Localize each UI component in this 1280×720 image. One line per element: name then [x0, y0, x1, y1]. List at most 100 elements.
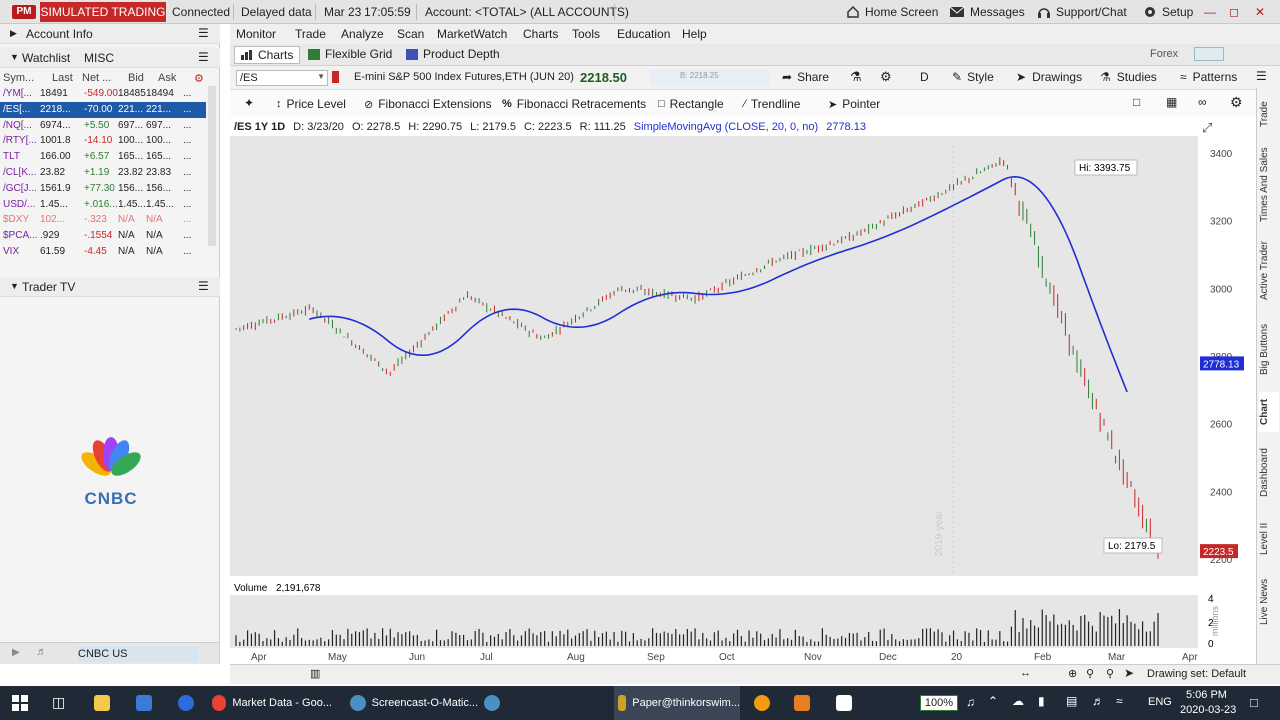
cloud-icon[interactable]: ☁ — [1012, 694, 1024, 708]
col-bid[interactable]: Bid — [128, 72, 144, 84]
menu-scan[interactable]: Scan — [397, 27, 424, 41]
app-orange-icon[interactable] — [754, 695, 770, 711]
tab-trade[interactable]: Trade — [1259, 94, 1279, 134]
maximize-icon[interactable]: ◻ — [1226, 4, 1242, 20]
task-view-icon[interactable]: ◫ — [52, 694, 65, 711]
price-pane[interactable] — [230, 136, 1198, 576]
watchlist-row[interactable]: USD/... 1.45... +.016... 1.45... 1.45...... — [0, 197, 206, 213]
file-explorer-icon[interactable] — [94, 695, 110, 711]
chevron-up-icon[interactable]: ⌃ — [988, 694, 998, 708]
watchlist-row[interactable]: /GC[J... 1561.9 +77.30 156... 156...... — [0, 181, 206, 197]
patterns-button[interactable]: ≈ Patterns — [1180, 70, 1237, 84]
globe-icon[interactable] — [178, 695, 194, 711]
watchlist-row[interactable]: /ES[... 2218... -70.00 221... 221...... — [0, 101, 206, 118]
cursor-icon[interactable]: ➤ — [1124, 666, 1134, 680]
tool-fib-extensions[interactable]: ⊘ Fibonacci Extensions — [364, 96, 492, 112]
tab-flexible-grid[interactable]: Flexible Grid — [308, 47, 392, 61]
col-symbol[interactable]: Sym... — [3, 72, 34, 84]
battery-indicator[interactable]: 100% — [920, 695, 958, 711]
clock-date[interactable]: 2020-03-23 — [1180, 704, 1236, 716]
settings-icon[interactable]: ⚙ — [194, 72, 204, 85]
tab-dashboard[interactable]: Dashboard — [1259, 442, 1279, 504]
grid-layout-icon[interactable]: ▦ — [1166, 95, 1177, 109]
volume-icon[interactable]: ♬ — [1092, 694, 1104, 708]
account-info-header[interactable]: ▶ Account Info ☰ — [0, 24, 220, 44]
misc-tab[interactable]: MISC — [84, 51, 114, 65]
input-language[interactable]: ENG — [1148, 696, 1172, 708]
recorder-icon[interactable] — [484, 695, 500, 711]
task-chrome[interactable]: Market Data - Goo... — [212, 686, 332, 720]
gear-icon[interactable]: ⚙ — [1230, 94, 1243, 111]
tool-pointer[interactable]: ➤ Pointer — [828, 96, 880, 112]
close-icon[interactable]: ✕ — [1252, 4, 1268, 20]
notifications-icon[interactable]: □ — [1250, 695, 1258, 710]
watchlist-row[interactable]: VIX 61.59 -4.45 N/A N/A... — [0, 244, 206, 260]
channel-selector[interactable]: CNBC US — [78, 646, 198, 662]
menu-icon[interactable]: ☰ — [1256, 69, 1267, 83]
wifi-icon[interactable]: ≈ — [1116, 694, 1123, 708]
menu-monitor[interactable]: Monitor — [236, 27, 276, 41]
tool-price-level[interactable]: ↕ Price Level — [276, 96, 346, 112]
tool-rectangle[interactable]: □ Rectangle — [658, 96, 724, 112]
support-chat-button[interactable]: Support/Chat — [1037, 2, 1127, 22]
menu-help[interactable]: Help — [682, 27, 707, 41]
app-bars-icon[interactable] — [794, 695, 810, 711]
menu-tools[interactable]: Tools — [572, 27, 600, 41]
studies-button[interactable]: ⚗ Studies — [1100, 70, 1157, 84]
battery-icon[interactable]: ▮ — [1038, 694, 1045, 708]
task-thinkorswim[interactable]: Paper@thinkorswim... — [614, 686, 740, 720]
watchlist-row[interactable]: /NQ[... 6974... +5.50 697... 697...... — [0, 118, 206, 134]
drawing-set-label[interactable]: Drawing set: Default — [1147, 668, 1246, 680]
menu-icon[interactable]: ☰ — [198, 26, 209, 40]
collapse-icon[interactable]: ▼ — [10, 281, 19, 291]
scroll-thumb-icon[interactable]: ▥ — [310, 667, 320, 680]
watchlist-row[interactable]: $PCA... .929 -.1554 N/A N/A... — [0, 228, 206, 244]
link-icon[interactable]: ∞ — [1198, 95, 1207, 109]
app-k-icon[interactable] — [836, 695, 852, 711]
task-screencast[interactable]: Screencast-O-Matic... — [350, 686, 478, 720]
watchlist-row[interactable]: /YM[... 18491 -549.00 18485 18494... — [0, 86, 206, 102]
share-button[interactable]: ➦ Share — [782, 70, 829, 84]
tab-live-news[interactable]: Live News — [1259, 574, 1279, 630]
watchlist-row[interactable]: /CL[K... 23.82 +1.19 23.82 23.83... — [0, 165, 206, 181]
watchlist-tab[interactable]: Watchlist — [22, 51, 70, 65]
account-selector[interactable]: Account: <TOTAL> (ALL ACCOUNTS) — [425, 5, 629, 19]
messages-button[interactable]: Messages — [949, 2, 1025, 22]
col-net[interactable]: Net ... — [82, 72, 111, 84]
expand-chart-icon[interactable]: ⤢ — [1202, 120, 1212, 136]
tab-charts[interactable]: Charts — [234, 46, 301, 64]
menu-trade[interactable]: Trade — [295, 27, 326, 41]
tab-product-depth[interactable]: Product Depth — [406, 47, 500, 61]
gear-icon[interactable]: ⚙ — [880, 69, 892, 85]
menu-icon[interactable]: ☰ — [198, 50, 209, 64]
menu-education[interactable]: Education — [617, 27, 670, 41]
tab-times-and-sales[interactable]: Times And Sales — [1259, 144, 1279, 226]
col-ask[interactable]: Ask — [158, 72, 176, 84]
play-icon[interactable]: ▶ — [12, 647, 20, 658]
drawings-button[interactable]: ➤ Drawings — [1016, 70, 1082, 84]
menu-marketwatch[interactable]: MarketWatch — [437, 27, 507, 41]
windows-start-icon[interactable] — [12, 695, 28, 711]
scroll-arrows-icon[interactable]: ↔ — [1020, 667, 1031, 679]
tool-fib-retracements[interactable]: % Fibonacci Retracements — [502, 96, 646, 112]
aggregation-period[interactable]: D — [920, 70, 929, 84]
flask-icon[interactable]: ⚗ — [850, 69, 862, 85]
tool-trendline[interactable]: ∕ Trendline — [744, 96, 800, 112]
tab-chart[interactable]: Chart — [1259, 392, 1279, 432]
study-label[interactable]: SimpleMovingAvg (CLOSE, 20, 0, no) — [634, 121, 818, 133]
watchlist-row[interactable]: $DXY 102... -.323 N/A N/A... — [0, 212, 206, 228]
pin-icon[interactable]: ✦ — [244, 96, 254, 110]
tab-big-buttons[interactable]: Big Buttons — [1259, 316, 1279, 382]
watchlist-scrollbar[interactable] — [208, 86, 216, 246]
zoom-in-icon[interactable]: ⚲ — [1086, 667, 1094, 680]
setup-button[interactable]: Setup — [1143, 2, 1193, 22]
watchlist-row[interactable]: TLT 166.00 +6.57 165... 165...... — [0, 149, 206, 165]
chevron-down-icon[interactable]: ▼ — [317, 72, 325, 81]
home-screen-button[interactable]: Home Screen — [846, 2, 938, 22]
app-l-icon[interactable] — [136, 695, 152, 711]
tab-level-ii[interactable]: Level II — [1259, 514, 1279, 564]
speaker-icon[interactable]: ♫ — [966, 695, 975, 709]
forex-link[interactable]: Forex — [1150, 48, 1178, 60]
network-icon[interactable]: ▤ — [1066, 694, 1077, 708]
menu-charts[interactable]: Charts — [523, 27, 558, 41]
